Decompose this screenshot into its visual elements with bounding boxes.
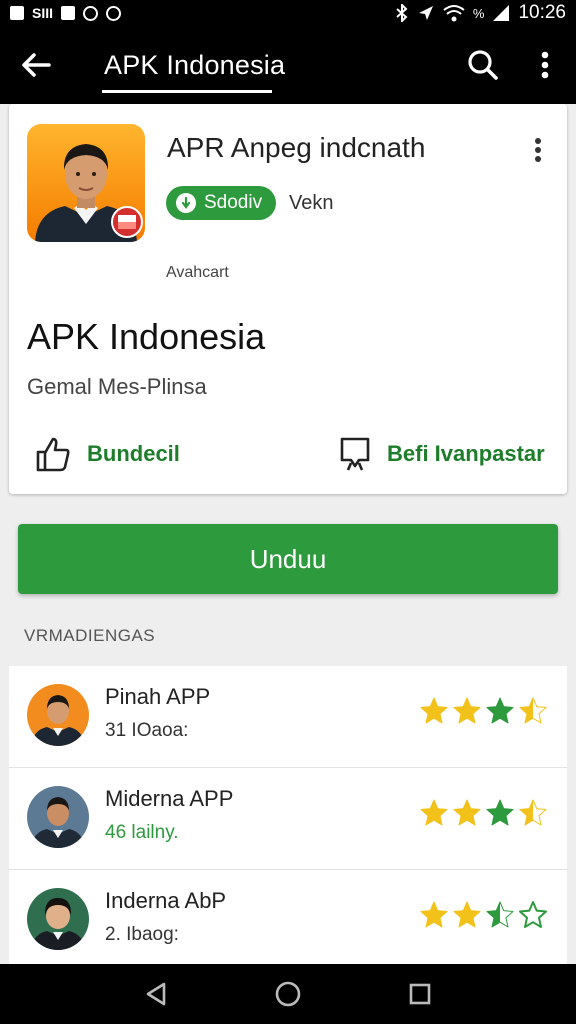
search-icon (468, 50, 498, 80)
app-title: APK Indonesia (104, 49, 286, 80)
back-button[interactable] (0, 26, 72, 104)
star-filled-icon (420, 697, 448, 724)
like-button[interactable]: Bundecil (35, 436, 180, 472)
avatar (27, 684, 89, 746)
back-arrow-icon (22, 53, 51, 77)
nav-back-button[interactable] (126, 964, 186, 1024)
back-triangle-icon (146, 982, 166, 1006)
star-rating (419, 696, 548, 726)
bookmark-screen-icon (340, 437, 370, 471)
app-bar: APK Indonesia (0, 26, 576, 104)
star-rating (419, 798, 548, 828)
star-filled-icon (486, 799, 514, 826)
star-filled-icon (453, 901, 481, 928)
photo-notification-icon (61, 6, 76, 20)
flag-badge-icon (111, 206, 143, 238)
star-filled-icon (453, 799, 481, 826)
search-button[interactable] (452, 26, 514, 104)
more-vert-icon (541, 51, 549, 79)
avatar (27, 888, 89, 950)
card-overflow-button[interactable] (523, 132, 553, 168)
list-item-title: Pinah APP (105, 684, 211, 709)
like-label: Bundecil (87, 441, 180, 466)
star-half-icon (486, 901, 514, 928)
star-outline-icon (519, 901, 547, 928)
list-item-subtitle: 46 lailny. (105, 822, 179, 843)
person-avatar-icon (31, 695, 85, 746)
thumbs-up-icon (36, 437, 70, 472)
app-name: APR Anpeg indcnath (167, 132, 426, 163)
status-bar: SIII % 10:26 (0, 0, 576, 26)
wishlist-button[interactable]: Befi Ivanpastar (339, 436, 545, 472)
section-header: VRMADIENGAS (24, 626, 156, 645)
star-rating (419, 900, 548, 930)
sync-icon (83, 5, 99, 21)
app-icon[interactable] (27, 124, 145, 242)
recents-square-icon (409, 983, 431, 1005)
star-filled-icon (420, 901, 448, 928)
badge-label: Sdodiv (204, 192, 263, 213)
badge-check-icon (176, 193, 196, 213)
app-heading: APK Indonesia (27, 316, 266, 357)
list-item-title: Inderna AbP (105, 888, 227, 913)
install-button[interactable]: Unduu (18, 524, 558, 594)
list-item-subtitle: 2. Ibaog: (105, 924, 179, 945)
avatar (27, 786, 89, 848)
signal-icon (493, 5, 510, 21)
list-item-title: Miderna APP (105, 786, 234, 811)
list-item[interactable]: Pinah APP 31 IOaoa: (9, 666, 567, 768)
system-nav-bar (0, 964, 576, 1024)
home-circle-icon (275, 981, 301, 1007)
app-subtitle: Gemal Mes-Plinsa (27, 374, 207, 399)
star-half-icon (519, 697, 547, 724)
nav-home-button[interactable] (258, 964, 318, 1024)
more-vert-icon (535, 138, 541, 162)
battery-percent: % (472, 5, 485, 21)
person-avatar-icon (31, 898, 85, 950)
status-badge: Sdodiv (166, 186, 277, 220)
overflow-menu-button[interactable] (514, 26, 576, 104)
developer-label: Avahcart (166, 264, 229, 281)
wifi-icon (443, 5, 465, 22)
star-filled-icon (420, 799, 448, 826)
clock: 10:26 (518, 2, 566, 23)
title-underline (102, 90, 272, 93)
recommended-list: Pinah APP 31 IOaoa: Miderna APP 46 lailn… (9, 666, 567, 964)
list-item-subtitle: 31 IOaoa: (105, 720, 189, 741)
list-item[interactable]: Inderna AbP 2. Ibaog: (9, 870, 567, 972)
star-filled-icon (486, 697, 514, 724)
vpn-icon (106, 5, 122, 21)
star-half-icon (519, 799, 547, 826)
bluetooth-icon (396, 4, 408, 22)
person-avatar-icon (31, 797, 85, 848)
app-card: APR Anpeg indcnath Sdodiv Vekn Avahcart … (9, 104, 567, 494)
nav-recents-button[interactable] (390, 964, 450, 1024)
badge-side-text: Vekn (289, 192, 334, 214)
wishlist-label: Befi Ivanpastar (387, 441, 545, 466)
list-item[interactable]: Miderna APP 46 lailny. (9, 768, 567, 870)
location-icon (418, 6, 433, 20)
star-filled-icon (453, 697, 481, 724)
notification-icon (10, 6, 24, 20)
carrier-label: SIII (32, 5, 54, 21)
